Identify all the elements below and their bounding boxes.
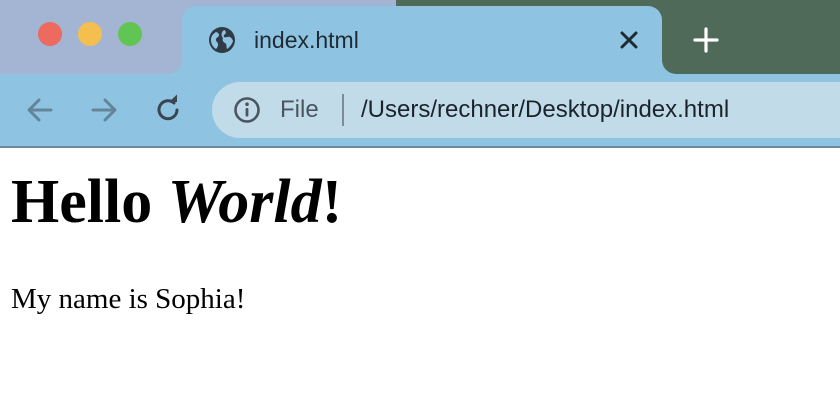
tab-corner-left [168, 60, 182, 74]
toolbar-divider [0, 146, 840, 148]
heading-text: Hello [11, 168, 168, 236]
page-heading: Hello World! [11, 166, 342, 238]
window-minimize-button[interactable] [78, 22, 102, 46]
info-icon[interactable] [233, 96, 261, 124]
tab-title: index.html [254, 27, 359, 53]
heading-exclamation: ! [321, 168, 343, 236]
heading-italic-text: World [167, 168, 322, 236]
scheme-label: File [280, 96, 319, 123]
url-text[interactable]: /Users/rechner/Desktop/index.html [361, 96, 729, 124]
globe-icon [209, 27, 235, 53]
page-paragraph: My name is Sophia! [11, 283, 246, 315]
reload-icon[interactable] [152, 94, 184, 126]
window-maximize-button[interactable] [118, 22, 142, 46]
new-tab-plus-icon[interactable] [692, 26, 720, 54]
back-arrow-icon[interactable] [24, 94, 56, 126]
forward-arrow-icon[interactable] [88, 94, 120, 126]
window-close-button[interactable] [38, 22, 62, 46]
close-icon[interactable] [616, 27, 642, 53]
address-bar-divider [342, 94, 344, 126]
tab-corner-right [662, 60, 676, 74]
